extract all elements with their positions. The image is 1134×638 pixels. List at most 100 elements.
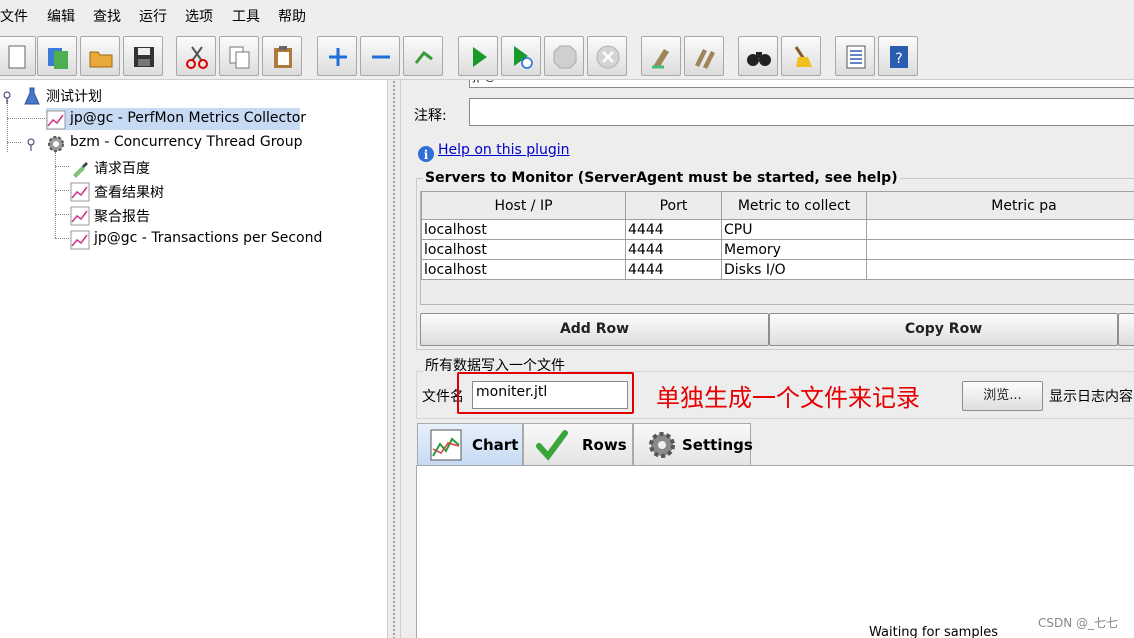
start-no-pause-button[interactable] — [501, 36, 541, 76]
expand-button[interactable] — [317, 36, 357, 76]
tree-item-test-plan[interactable]: 测试计划 — [22, 84, 222, 106]
comment-field[interactable] — [469, 98, 1134, 126]
search-button[interactable] — [738, 36, 778, 76]
pane-splitter[interactable] — [387, 80, 401, 638]
save-button[interactable] — [123, 36, 163, 76]
column-header-metric-params[interactable]: Metric pa — [866, 191, 1134, 220]
tree-item-perfmon[interactable]: jp@gc - PerfMon Metrics Collector — [46, 108, 306, 130]
cell-metric-params[interactable] — [866, 219, 1134, 240]
tree-item-thread-group[interactable]: bzm - Concurrency Thread Group — [46, 132, 346, 154]
menu-search[interactable]: 查找 — [93, 6, 121, 26]
annotation-text: 单独生成一个文件来记录 — [656, 384, 920, 412]
sampler-pipette-icon — [73, 162, 88, 178]
table-row[interactable]: localhost 4444 Memory — [421, 239, 1134, 260]
stop-icon — [553, 45, 577, 69]
info-icon: i — [418, 146, 434, 162]
cell-metric-params[interactable] — [866, 239, 1134, 260]
cut-button[interactable] — [176, 36, 216, 76]
clear-all-icon — [695, 49, 715, 69]
copy-button[interactable] — [219, 36, 259, 76]
comment-label: 注释: — [414, 108, 447, 124]
cell-host[interactable]: localhost — [421, 259, 626, 280]
function-helper-button[interactable] — [835, 36, 875, 76]
tree-line — [7, 142, 21, 143]
reset-search-button[interactable] — [781, 36, 821, 76]
expand-icon — [329, 48, 347, 66]
name-field[interactable]: jp@c — [469, 80, 1134, 88]
start-button[interactable] — [458, 36, 498, 76]
menu-tools[interactable]: 工具 — [232, 6, 260, 26]
cell-host[interactable]: localhost — [421, 219, 626, 240]
toolbar: ? — [0, 32, 1134, 80]
tree-item-request[interactable]: 请求百度 — [70, 156, 270, 178]
watermark: CSDN @_七七 — [1038, 616, 1119, 630]
browse-button[interactable]: 浏览... — [962, 381, 1043, 411]
tree-item-label: 请求百度 — [94, 161, 150, 177]
cut-icon — [186, 46, 208, 69]
menu-options[interactable]: 选项 — [185, 6, 213, 26]
menu-run[interactable]: 运行 — [139, 6, 167, 26]
tab-chart[interactable]: Chart — [417, 423, 523, 465]
table-row[interactable]: localhost 4444 CPU — [421, 219, 1134, 240]
toggle-icon — [414, 50, 433, 64]
help-link[interactable]: Help on this plugin — [438, 142, 570, 158]
column-header-metric[interactable]: Metric to collect — [721, 191, 867, 220]
gear-icon — [649, 432, 675, 458]
stop-button[interactable] — [544, 36, 584, 76]
add-row-button[interactable]: Add Row — [420, 313, 769, 346]
servers-table: Host / IP Port Metric to collect Metric … — [421, 191, 1134, 280]
collapse-button[interactable] — [360, 36, 400, 76]
cell-metric[interactable]: Disks I/O — [721, 259, 867, 280]
help-button[interactable]: ? — [878, 36, 918, 76]
table-row[interactable]: localhost 4444 Disks I/O — [421, 259, 1134, 280]
reset-search-icon — [794, 46, 812, 67]
open-button[interactable] — [80, 36, 120, 76]
tab-rows[interactable]: Rows — [523, 423, 633, 465]
new-button[interactable] — [0, 36, 36, 76]
search-icon — [747, 52, 771, 66]
cell-port[interactable]: 4444 — [625, 259, 722, 280]
graph-listener-icon — [70, 206, 90, 226]
paste-icon — [274, 46, 292, 68]
tree-expand-handle[interactable] — [24, 137, 38, 151]
cell-metric[interactable]: CPU — [721, 219, 867, 240]
tree-item-tps[interactable]: jp@gc - Transactions per Second — [70, 228, 370, 250]
tab-label: Chart — [472, 436, 519, 454]
paste-button[interactable] — [262, 36, 302, 76]
clear-button[interactable] — [641, 36, 681, 76]
test-plan-tree: 测试计划 jp@gc - PerfMon Metrics Collector b… — [0, 80, 387, 638]
menu-edit[interactable]: 编辑 — [47, 6, 75, 26]
cell-port[interactable]: 4444 — [625, 239, 722, 260]
more-button[interactable] — [1118, 313, 1134, 346]
graph-listener-icon — [70, 230, 90, 250]
copy-row-button[interactable]: Copy Row — [769, 313, 1118, 346]
tree-expand-handle[interactable] — [0, 90, 14, 104]
checkmark-icon — [536, 430, 568, 461]
chart-area: Waiting for samples — [416, 465, 1134, 638]
clear-all-button[interactable] — [684, 36, 724, 76]
menu-help[interactable]: 帮助 — [278, 6, 306, 26]
tree-line — [55, 190, 69, 191]
shutdown-button[interactable] — [587, 36, 627, 76]
start-no-pause-icon — [514, 46, 533, 69]
tree-item-label: 测试计划 — [46, 89, 102, 105]
toggle-button[interactable] — [403, 36, 443, 76]
cell-host[interactable]: localhost — [421, 239, 626, 260]
tree-item-aggregate[interactable]: 聚合报告 — [70, 204, 270, 226]
menu-file[interactable]: 文件 — [0, 6, 28, 26]
show-log-label: 显示日志内容 — [1049, 389, 1133, 405]
tab-label: Settings — [682, 436, 753, 454]
tree-line — [55, 238, 69, 239]
tree-item-view-results[interactable]: 查看结果树 — [70, 180, 270, 202]
cell-metric-params[interactable] — [866, 259, 1134, 280]
column-header-host[interactable]: Host / IP — [421, 191, 626, 220]
cell-metric[interactable]: Memory — [721, 239, 867, 260]
column-header-port[interactable]: Port — [625, 191, 722, 220]
svg-text:?: ? — [895, 51, 902, 67]
tab-settings[interactable]: Settings — [633, 423, 753, 465]
templates-button[interactable] — [37, 36, 77, 76]
tree-item-label: 聚合报告 — [94, 209, 150, 225]
shutdown-icon — [596, 45, 620, 69]
cell-port[interactable]: 4444 — [625, 219, 722, 240]
expand-handle-icon — [27, 138, 35, 151]
